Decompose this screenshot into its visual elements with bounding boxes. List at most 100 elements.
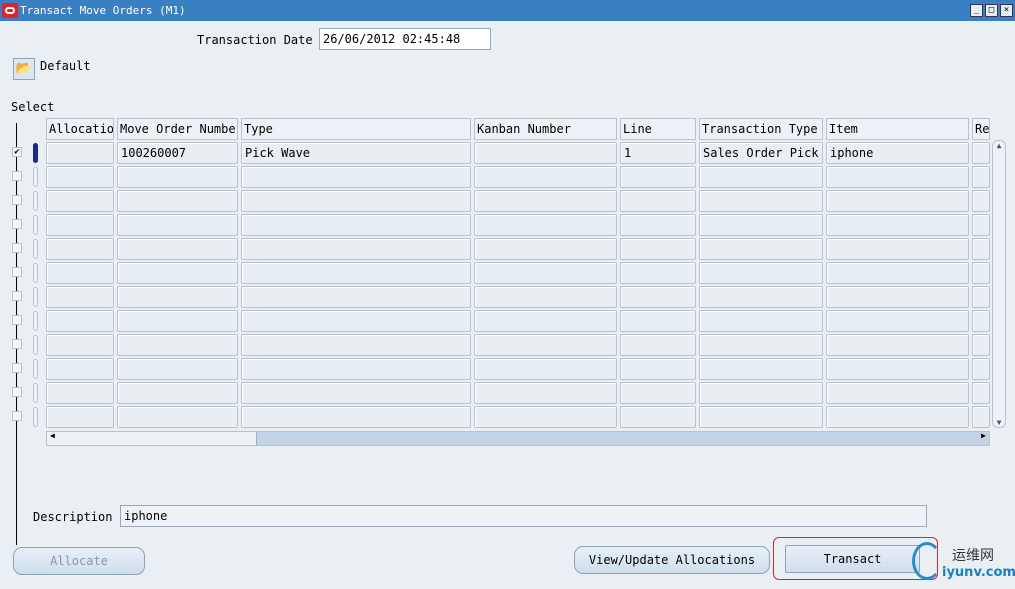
table-cell[interactable] xyxy=(699,238,823,260)
row-indicator[interactable] xyxy=(33,311,38,331)
table-cell[interactable] xyxy=(117,334,238,356)
table-cell[interactable] xyxy=(117,214,238,236)
table-cell[interactable] xyxy=(972,382,990,404)
horizontal-scrollbar[interactable]: ◀ ▶ xyxy=(46,431,990,446)
table-cell[interactable] xyxy=(474,214,617,236)
row-indicator[interactable] xyxy=(33,167,38,187)
table-cell[interactable] xyxy=(826,358,969,380)
select-checkbox[interactable] xyxy=(12,387,22,397)
row-indicator[interactable] xyxy=(33,407,38,427)
table-cell[interactable] xyxy=(699,310,823,332)
table-cell[interactable] xyxy=(972,358,990,380)
table-cell[interactable] xyxy=(474,286,617,308)
view-update-allocations-button[interactable]: View/Update Allocations xyxy=(574,546,770,574)
table-cell[interactable] xyxy=(826,406,969,428)
table-cell[interactable] xyxy=(46,142,114,164)
table-cell[interactable]: 1 xyxy=(620,142,696,164)
row-indicator[interactable] xyxy=(33,215,38,235)
table-cell[interactable] xyxy=(972,166,990,188)
table-cell[interactable] xyxy=(620,334,696,356)
table-cell[interactable] xyxy=(620,190,696,212)
table-cell[interactable] xyxy=(699,190,823,212)
column-header[interactable]: Item xyxy=(826,118,969,140)
scroll-down-icon[interactable]: ▼ xyxy=(993,418,1005,427)
table-cell[interactable] xyxy=(474,142,617,164)
column-header[interactable]: Move Order Number xyxy=(117,118,238,140)
table-cell[interactable] xyxy=(620,262,696,284)
table-cell[interactable] xyxy=(826,310,969,332)
table-cell[interactable] xyxy=(241,214,471,236)
row-indicator[interactable] xyxy=(33,287,38,307)
select-checkbox[interactable] xyxy=(12,243,22,253)
select-checkbox[interactable] xyxy=(12,171,22,181)
select-checkbox[interactable] xyxy=(12,339,22,349)
table-cell[interactable] xyxy=(241,382,471,404)
scroll-right-icon[interactable]: ▶ xyxy=(981,431,986,440)
table-cell[interactable]: iphone xyxy=(826,142,969,164)
table-cell[interactable] xyxy=(241,238,471,260)
table-cell[interactable] xyxy=(117,358,238,380)
table-cell[interactable] xyxy=(46,238,114,260)
table-cell[interactable] xyxy=(46,166,114,188)
column-header[interactable]: Line xyxy=(620,118,696,140)
table-cell[interactable] xyxy=(46,214,114,236)
table-cell[interactable] xyxy=(620,358,696,380)
table-cell[interactable] xyxy=(620,286,696,308)
table-cell[interactable] xyxy=(46,382,114,404)
select-checkbox[interactable] xyxy=(12,315,22,325)
table-cell[interactable] xyxy=(699,358,823,380)
table-cell[interactable] xyxy=(474,310,617,332)
table-cell[interactable] xyxy=(474,358,617,380)
vertical-scrollbar[interactable]: ▲ ▼ xyxy=(992,140,1006,428)
select-checkbox[interactable] xyxy=(12,363,22,373)
table-cell[interactable]: Sales Order Pick xyxy=(699,142,823,164)
table-cell[interactable] xyxy=(241,358,471,380)
table-cell[interactable] xyxy=(699,262,823,284)
table-cell[interactable] xyxy=(699,286,823,308)
scroll-left-icon[interactable]: ◀ xyxy=(50,431,55,440)
row-indicator[interactable] xyxy=(33,263,38,283)
table-cell[interactable] xyxy=(972,238,990,260)
table-cell[interactable] xyxy=(474,262,617,284)
maximize-button[interactable]: □ xyxy=(985,4,998,17)
table-cell[interactable] xyxy=(46,406,114,428)
table-cell[interactable] xyxy=(46,334,114,356)
table-cell[interactable] xyxy=(826,238,969,260)
table-cell[interactable] xyxy=(620,238,696,260)
table-cell[interactable]: 100260007 xyxy=(117,142,238,164)
table-cell[interactable] xyxy=(972,142,990,164)
table-cell[interactable] xyxy=(826,166,969,188)
table-cell[interactable] xyxy=(474,238,617,260)
table-cell[interactable] xyxy=(117,238,238,260)
table-cell[interactable] xyxy=(972,334,990,356)
table-cell[interactable] xyxy=(474,406,617,428)
select-checkbox[interactable]: ✔ xyxy=(12,147,22,157)
table-cell[interactable] xyxy=(117,190,238,212)
column-header[interactable]: Allocatio xyxy=(46,118,114,140)
column-header[interactable]: Transaction Type xyxy=(699,118,823,140)
select-checkbox[interactable] xyxy=(12,267,22,277)
table-cell[interactable] xyxy=(241,166,471,188)
table-cell[interactable] xyxy=(474,334,617,356)
table-cell[interactable] xyxy=(972,214,990,236)
table-cell[interactable] xyxy=(46,262,114,284)
table-cell[interactable] xyxy=(620,166,696,188)
table-cell[interactable] xyxy=(972,262,990,284)
default-button[interactable]: 📂 xyxy=(13,58,35,80)
select-checkbox[interactable] xyxy=(12,195,22,205)
table-cell[interactable] xyxy=(474,382,617,404)
table-cell[interactable] xyxy=(620,406,696,428)
table-cell[interactable] xyxy=(241,262,471,284)
table-cell[interactable] xyxy=(117,166,238,188)
select-checkbox[interactable] xyxy=(12,411,22,421)
table-cell[interactable] xyxy=(117,382,238,404)
table-cell[interactable] xyxy=(699,214,823,236)
table-cell[interactable] xyxy=(972,190,990,212)
table-cell[interactable] xyxy=(826,334,969,356)
row-indicator[interactable] xyxy=(33,191,38,211)
transaction-date-input[interactable]: 26/06/2012 02:45:48 xyxy=(319,28,491,50)
table-cell[interactable] xyxy=(972,286,990,308)
table-cell[interactable] xyxy=(699,334,823,356)
table-cell[interactable] xyxy=(241,190,471,212)
table-cell[interactable] xyxy=(241,310,471,332)
